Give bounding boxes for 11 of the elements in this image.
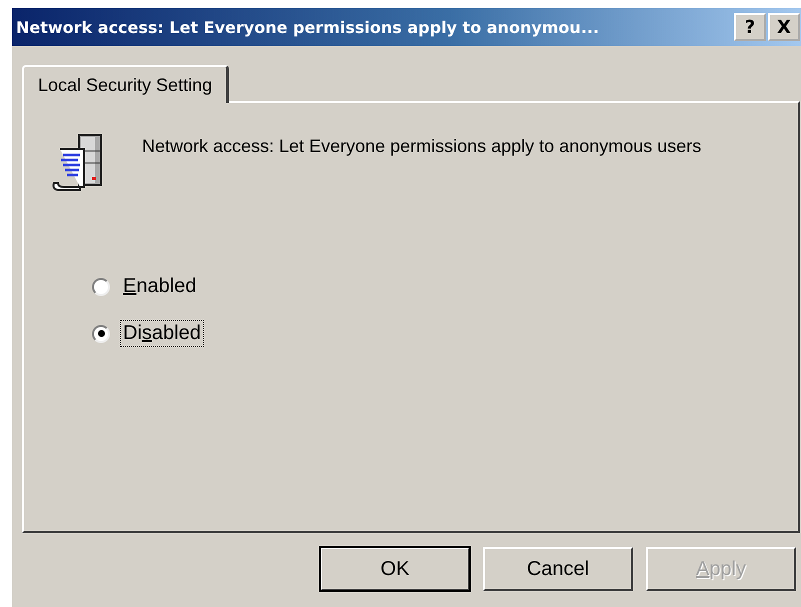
radio-button[interactable]: [92, 278, 110, 296]
radio-option[interactable]: Disabled: [92, 320, 774, 347]
tab[interactable]: Local Security Setting: [22, 65, 230, 103]
radio-button[interactable]: [92, 324, 110, 342]
dialog-button[interactable]: OK: [320, 547, 470, 591]
radio-option[interactable]: Enabled: [92, 273, 774, 300]
dialog-button[interactable]: Cancel: [483, 547, 633, 591]
window-title: Network access: Let Everyone permissions apply to anonymou...: [16, 18, 600, 36]
close-button[interactable]: X: [768, 13, 800, 41]
policy-description: Network access: Let Everyone permissions apply to anonymous users: [142, 135, 702, 157]
help-button[interactable]: ?: [734, 13, 766, 41]
